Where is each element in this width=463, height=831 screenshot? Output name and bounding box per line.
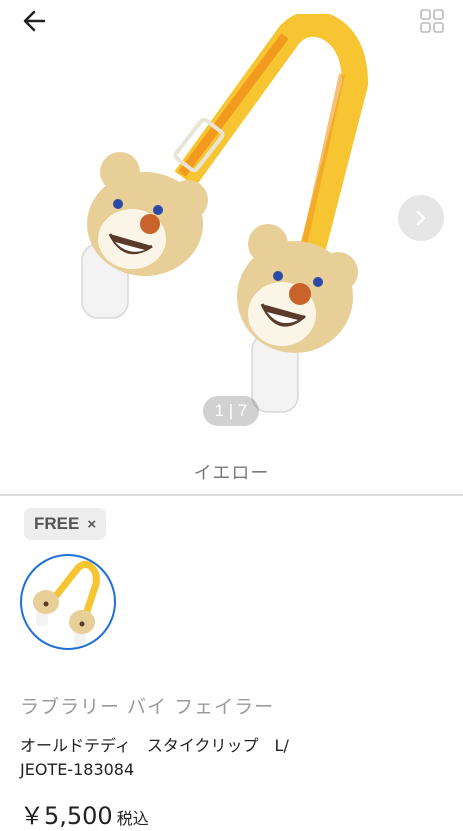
arrow-left-icon bbox=[23, 10, 46, 32]
product-image-gallery[interactable]: 1 | 7 イエロー bbox=[0, 0, 463, 494]
grid-icon bbox=[420, 9, 444, 33]
price-value: ￥5,500 bbox=[20, 802, 113, 830]
color-variant-label: イエロー bbox=[193, 463, 270, 484]
remove-filter-icon[interactable]: × bbox=[87, 516, 96, 533]
size-filter-chip[interactable]: FREE × bbox=[24, 508, 107, 540]
grid-view-button[interactable] bbox=[419, 8, 445, 34]
size-chip-label: FREE bbox=[34, 514, 80, 533]
product-code: JEOTE-183084 bbox=[20, 760, 135, 779]
chevron-right-icon bbox=[416, 210, 426, 226]
section-divider bbox=[0, 494, 463, 496]
right-bear bbox=[237, 224, 358, 353]
product-price: ￥5,500 税込 bbox=[20, 796, 149, 831]
next-image-button[interactable] bbox=[398, 195, 444, 241]
brand-name[interactable]: ラブラリー バイ フェイラー bbox=[20, 692, 274, 719]
swatch-thumbnail bbox=[33, 560, 100, 646]
product-title-line1: オールドテディ スタイクリップ L/ bbox=[20, 736, 289, 755]
product-title: オールドテディ スタイクリップ L/ JEOTE-183084 bbox=[20, 734, 440, 782]
color-swatch-yellow[interactable] bbox=[20, 554, 116, 650]
product-image bbox=[81, 14, 368, 413]
image-counter: 1 | 7 bbox=[203, 396, 259, 426]
back-button[interactable] bbox=[18, 6, 52, 36]
tax-label: 税込 bbox=[116, 809, 149, 828]
